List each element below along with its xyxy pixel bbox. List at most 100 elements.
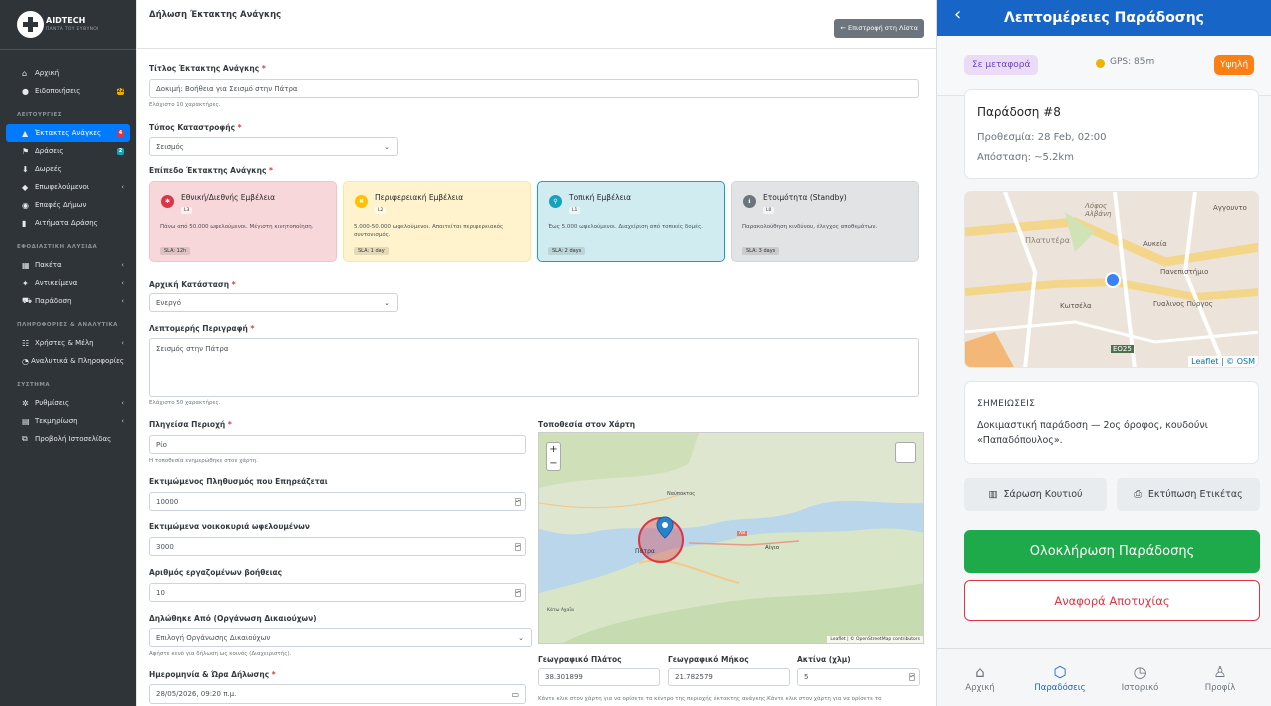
- sidebar-item-13[interactable]: ✲ Ρυθμίσεις ‹: [6, 394, 130, 412]
- spinner-icon[interactable]: ▴▾: [909, 673, 915, 681]
- report-failure-button[interactable]: Αναφορά Αποτυχίας: [964, 580, 1260, 621]
- level-option-l2[interactable]: ✖ Περιφερειακή Εμβέλεια L2 5.000-50.000 ωφε…: [343, 181, 531, 262]
- spinner-icon[interactable]: ▴▾: [515, 588, 521, 597]
- back-to-list-button[interactable]: ← Επιστροφή στη Λίστα: [834, 18, 924, 38]
- type-select[interactable]: Σεισμός ⌄: [149, 137, 398, 156]
- bottom-nav-box[interactable]: ⬡ Παραδόσεις: [1030, 663, 1090, 693]
- map-place-label: Πλατυτέρα: [1025, 236, 1070, 245]
- level-title: Τοπική Εμβέλεια: [569, 193, 632, 202]
- map-road-label: EO25: [1111, 345, 1134, 353]
- title-label: Τίτλος Έκτακτης Ανάγκης *: [149, 64, 266, 73]
- chevron-left-icon: ‹: [121, 183, 124, 191]
- sidebar-item-label: Ρυθμίσεις: [35, 399, 70, 407]
- sidebar-item-label: Πακέτα: [35, 261, 62, 269]
- sidebar-item-label: Ειδοποιήσεις: [35, 87, 81, 95]
- org-label: Δηλώθηκε Από (Οργάνωση Δικαιούχων): [149, 614, 317, 623]
- lat-input[interactable]: 38.301899: [538, 668, 660, 686]
- delivery-title: Παράδοση #8: [977, 105, 1061, 119]
- spinner-icon[interactable]: ▴▾: [515, 542, 521, 551]
- sidebar-item-11[interactable]: ☷ Χρήστες & Μέλη ‹: [6, 334, 130, 352]
- current-location-icon: [1105, 272, 1121, 288]
- status-label: Αρχική Κατάσταση *: [149, 280, 236, 289]
- level-icon: ✱: [161, 195, 174, 208]
- chevron-down-icon: ⌄: [384, 298, 390, 307]
- sidebar-item-3[interactable]: ⚑ Δράσεις 2: [6, 142, 130, 160]
- map-place-label: Κάτω Αχαΐα: [547, 608, 574, 613]
- bottom-nav-clock[interactable]: ◷ Ιστορικό: [1110, 663, 1170, 693]
- chevron-left-icon: ‹: [121, 297, 124, 305]
- level-description: 5.000-50.000 ωφελούμενοι. Απαιτείται περ…: [354, 224, 504, 238]
- date-input[interactable]: 28/05/2026, 09:20 π.μ. ▭: [149, 684, 526, 704]
- area-input[interactable]: Ρίο: [149, 435, 526, 454]
- households-input[interactable]: 3000 ▴▾: [149, 537, 526, 556]
- sidebar-item-2[interactable]: ▲ Έκτακτες Ανάγκες 4: [6, 124, 130, 142]
- menu-icon: ▤: [22, 416, 30, 426]
- description-hint: Ελάχιστο 50 χαρακτήρες.: [149, 400, 221, 406]
- status-bar: Σε μεταφορά GPS: 85m Υψηλή: [937, 36, 1271, 96]
- zoom-control[interactable]: + −: [546, 442, 561, 471]
- sidebar-section-heading: ΣΥΣΤΗΜΑ: [17, 382, 51, 388]
- location-map[interactable]: + − Ναύπακτος Πάτρα Αίγιο Κάτω Αχαΐα A8 L…: [538, 432, 924, 644]
- menu-icon: ◆: [22, 182, 29, 192]
- menu-icon: ✲: [22, 398, 29, 408]
- sidebar-item-12[interactable]: ◔ Αναλυτικά & Πληροφορίες: [6, 352, 130, 370]
- fullscreen-button[interactable]: [895, 442, 916, 463]
- bottom-nav: ⌂ Αρχική ⬡ Παραδόσεις ◷ Ιστορικό ♙ Προφίλ: [937, 648, 1271, 706]
- bell-icon-icon: ●: [22, 86, 29, 96]
- workers-input[interactable]: 10 ▴▾: [149, 583, 526, 602]
- complete-delivery-button[interactable]: Ολοκλήρωση Παράδοσης: [964, 530, 1260, 573]
- spinner-icon[interactable]: ▴▾: [515, 497, 521, 506]
- sidebar-item-0[interactable]: ⌂ Αρχική: [6, 64, 130, 82]
- status-select[interactable]: Ενεργό ⌄: [149, 293, 398, 312]
- sidebar-item-10[interactable]: ⛟ Παράδοση ‹: [6, 292, 130, 310]
- scan-box-button[interactable]: ▥ Σάρωση Κουτιού: [964, 478, 1107, 511]
- map-road-label: A8: [737, 531, 747, 536]
- org-select[interactable]: Επιλογή Οργάνωσης Δικαιούχων ⌄: [149, 628, 532, 647]
- households-label: Εκτιμώμενα νοικοκυριά ωφελουμένων: [149, 522, 310, 531]
- sidebar-item-6[interactable]: ◉ Επαφές Δήμων: [6, 196, 130, 214]
- level-option-l0[interactable]: ℹ Ετοιμότητα (Standby) L0 Παρακολούθηση κιν…: [731, 181, 919, 262]
- sidebar-item-4[interactable]: ⬇ Δωρεές: [6, 160, 130, 178]
- title-input[interactable]: Δοκιμή: Βοήθεια για Σεισμό στην Πάτρα: [149, 79, 919, 98]
- level-option-l1[interactable]: ⚲ Τοπική Εμβέλεια L1 Έως 5.000 ωφελούμενοι.…: [537, 181, 725, 262]
- sidebar-item-label: Επαφές Δήμων: [35, 201, 87, 209]
- sidebar-item-9[interactable]: ✦ Αντικείμενα ‹: [6, 274, 130, 292]
- level-icon: ⚲: [549, 195, 562, 208]
- title-hint: Ελάχιστο 10 χαρακτήρες.: [149, 102, 221, 108]
- back-arrow-icon[interactable]: ‹: [954, 4, 961, 25]
- sidebar-item-7[interactable]: ▮ Αιτήματα Δράσης: [6, 214, 130, 232]
- population-input[interactable]: 10000 ▴▾: [149, 492, 526, 511]
- bottom-nav-user[interactable]: ♙ Προφίλ: [1190, 663, 1250, 693]
- level-option-l3[interactable]: ✱ Εθνική/Διεθνής Εμβέλεια L3 Πάνω από 50.00…: [149, 181, 337, 262]
- box-icon: ⬡: [1053, 663, 1067, 681]
- description-textarea[interactable]: Σεισμός στην Πάτρα: [149, 338, 919, 397]
- level-label: Επίπεδο Έκτακτης Ανάγκης *: [149, 166, 273, 175]
- sidebar-item-15[interactable]: ⧉ Προβολή Ιστοσελίδας: [6, 430, 130, 448]
- bottom-nav-home[interactable]: ⌂ Αρχική: [950, 663, 1010, 693]
- sidebar-section-heading: ΛΕΙΤΟΥΡΓΙΕΣ: [17, 112, 63, 118]
- level-description: Έως 5.000 ωφελούμενοι. Διαχείριση από το…: [548, 224, 704, 230]
- lng-input[interactable]: 21.782579: [668, 668, 790, 686]
- brand-tagline: ΠΑΝΤΑ ΤΟΥ ΕΥΘΥΝΟΙ: [46, 26, 99, 32]
- sidebar-item-label: Επωφελούμενοι: [35, 183, 90, 191]
- brand[interactable]: AIDTECH ΠΑΝΤΑ ΤΟΥ ΕΥΘΥΝΟΙ: [0, 0, 136, 50]
- radius-input[interactable]: 5 ▴▾: [797, 668, 920, 686]
- map-place-label: Αίγιο: [765, 545, 780, 551]
- delivery-map[interactable]: Λόφος Αλβάνη Πλατυτέρα Αυκεία Πανεπιστήμ…: [964, 191, 1259, 368]
- sidebar-item-label: Δωρεές: [35, 165, 62, 173]
- status-badge: Σε μεταφορά: [964, 55, 1039, 75]
- sidebar-item-5[interactable]: ◆ Επωφελούμενοι ‹: [6, 178, 130, 196]
- sidebar-item-label: Προβολή Ιστοσελίδας: [35, 435, 112, 443]
- delivery-info-card: Παράδοση #8 Προθεσμία: 28 Feb, 02:00 Από…: [964, 89, 1259, 179]
- sidebar-item-8[interactable]: ▦ Πακέτα ‹: [6, 256, 130, 274]
- level-sla: SLA: 2 days: [548, 247, 586, 255]
- print-label-button[interactable]: ⎙ Εκτύπωση Ετικέτας: [1117, 478, 1260, 511]
- level-icon: ℹ: [743, 195, 756, 208]
- bottom-nav-label: Παραδόσεις: [1034, 683, 1086, 693]
- gps-dot-icon: [1096, 59, 1105, 68]
- sidebar-item-1[interactable]: ● Ειδοποιήσεις 22: [6, 82, 130, 100]
- sidebar-item-14[interactable]: ▤ Τεκμηρίωση ‹: [6, 412, 130, 430]
- calendar-icon[interactable]: ▭: [511, 690, 519, 699]
- sidebar: AIDTECH ΠΑΝΤΑ ΤΟΥ ΕΥΘΥΝΟΙ ⌂ Αρχική ● Ειδοπο…: [0, 0, 136, 706]
- map-tiles: [965, 192, 1258, 367]
